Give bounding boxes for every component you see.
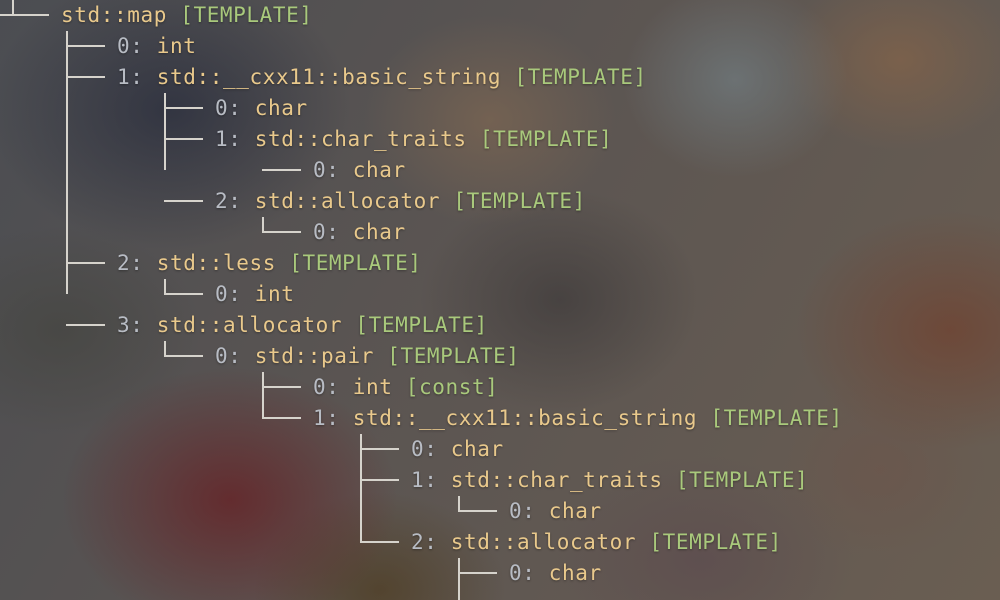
node-tag: [TEMPLATE] [355,313,488,337]
node-type-name: char [352,158,406,182]
tree-node: 0: std::pair [TEMPLATE] [215,341,520,372]
node-type-name: char [352,220,406,244]
tree-branch-connector [164,355,203,357]
node-type-name: int [254,282,295,306]
node-index: 0: [509,499,536,523]
node-index: 0: [509,561,536,585]
node-index: 0: [215,282,242,306]
node-index: 2: [411,530,438,554]
tree-node: 0: char [313,155,406,186]
node-type-name: char [254,96,308,120]
tree-branch-connector [66,262,105,264]
tree-node: 0: char [509,496,602,527]
node-tag: [TEMPLATE] [453,189,586,213]
node-index: 2: [117,251,144,275]
node-index: 3: [117,313,144,337]
tree-guide-line [458,558,460,600]
node-type-name: std::__cxx11::basic_string [352,406,698,430]
tree-node: 0: char [411,434,504,465]
tree-guide-line [164,341,166,356]
tree-branch-connector [262,231,301,233]
node-type-name: char [450,437,504,461]
node-index: 1: [313,406,340,430]
tree-node: 3: std::allocator [TEMPLATE] [117,310,488,341]
tree-node: 0: int [const] [313,372,498,403]
node-type-name: std::allocator [156,313,343,337]
node-index: 0: [117,34,144,58]
tree-guide-line [458,496,460,511]
node-tag: [TEMPLATE] [289,251,422,275]
tree-node: 2: std::less [TEMPLATE] [117,248,422,279]
node-type-name: std::pair [254,344,374,368]
node-index: 1: [117,65,144,89]
tree-branch-connector [360,541,399,543]
node-tag: [TEMPLATE] [387,344,520,368]
node-index: 1: [215,127,242,151]
node-tag: [TEMPLATE] [710,406,843,430]
node-index: 0: [313,158,340,182]
node-type-name: std::allocator [254,189,441,213]
node-tag: [TEMPLATE] [675,468,809,492]
tree-guide-line [262,217,264,232]
node-type-name: char [548,561,602,585]
tree-node: 0: char [509,558,602,589]
node-tag: [const] [405,375,499,399]
node-type-name: std::less [156,251,276,275]
tree-branch-connector [360,479,399,481]
tree-guide-line [262,372,264,418]
tree-branch-connector [458,510,497,512]
tree-node: 1: std::__cxx11::basic_string [TEMPLATE] [117,62,647,93]
tree-node: 1: std::char_traits [TEMPLATE] [411,465,808,496]
tree-branch-connector [164,293,203,295]
tree-node: 1: std::char_traits [TEMPLATE] [215,124,612,155]
node-type-name: std::allocator [450,530,637,554]
tree-branch-connector [164,107,203,109]
tree-branch-connector [164,200,203,202]
node-type-name: char [548,499,602,523]
node-type-name: std::__cxx11::basic_string [156,65,502,89]
tree-branch-connector [66,76,105,78]
tree-branch-connector [262,169,301,171]
template-type-tree: std::map [TEMPLATE] 0: int 1: std::__cxx11… [0,0,1000,600]
tree-node: 2: std::allocator [TEMPLATE] [215,186,586,217]
tree-branch-connector [458,572,497,574]
tree-node: 0: char [313,217,406,248]
node-type-name: std::map [61,3,167,27]
node-tag: [TEMPLATE] [649,530,782,554]
node-index: 2: [215,189,242,213]
tree-guide-line [66,31,68,294]
node-tag: [TEMPLATE] [180,3,313,27]
node-type-name: std::char_traits [450,468,663,492]
tree-node: 0: char [215,93,308,124]
tree-guide-line [360,434,362,542]
tree-guide-line [164,279,166,294]
node-index: 0: [215,96,242,120]
tree-branch-connector [262,417,301,419]
node-type-name: int [352,375,393,399]
tree-branch-connector [360,448,399,450]
tree-branch-connector [262,386,301,388]
node-index: 0: [411,437,438,461]
tree-branch-connector [66,324,105,326]
node-index: 0: [313,375,340,399]
tree-branch-connector [164,138,203,140]
tree-node: 0: int [215,279,294,310]
tree-node: 2: std::allocator [TEMPLATE] [411,527,782,558]
tree-guide-line [12,0,44,16]
node-index: 0: [313,220,340,244]
node-type-name: int [156,34,197,58]
tree-guide-line [164,93,166,170]
node-index: 1: [411,468,438,492]
node-type-name: std::char_traits [254,127,467,151]
node-tag: [TEMPLATE] [479,127,613,151]
tree-node: 0: int [117,31,196,62]
node-index: 0: [215,344,242,368]
tree-branch-connector [66,45,105,47]
node-tag: [TEMPLATE] [514,65,647,89]
tree-node: std::map [TEMPLATE] [61,0,313,31]
tree-node: 1: std::__cxx11::basic_string [TEMPLATE] [313,403,843,434]
